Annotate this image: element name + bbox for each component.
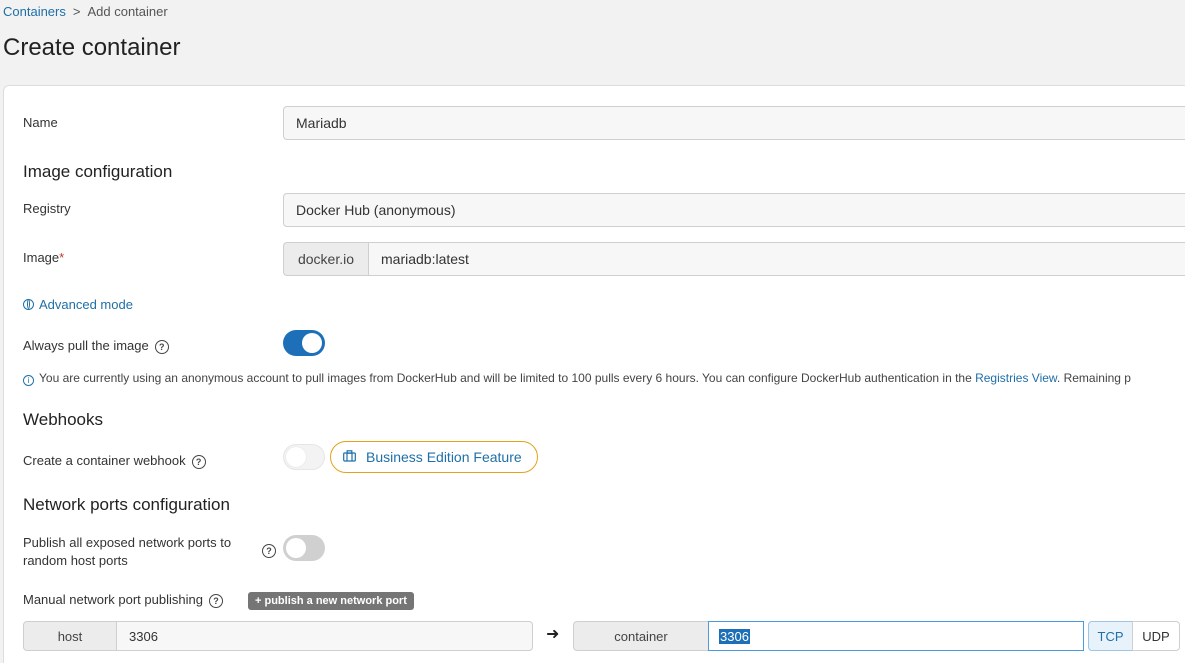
manual-publishing-text: Manual network port publishing [23,592,203,607]
container-port-input[interactable]: 3306 [708,621,1084,651]
briefcase-icon [343,449,356,465]
publish-all-label-line-1: Publish all exposed network ports to [23,535,232,550]
info-text: You are currently using an anonymous acc… [39,371,976,385]
registry-label: Registry [23,201,71,216]
toggle-knob [302,333,322,353]
globe-icon [23,299,34,310]
dockerhub-rate-limit-info: i You are currently using an anonymous ac… [23,371,1131,386]
arrow-right-icon: ➜ [546,626,560,643]
image-label: Image* [23,250,64,265]
webhook-label-text: Create a container webhook [23,453,186,468]
help-icon[interactable]: ? [191,454,206,469]
business-edition-badge[interactable]: Business Edition Feature [330,441,538,473]
host-port-input[interactable]: 3306 [116,621,533,651]
always-pull-label: Always pull the image? [23,338,169,354]
breadcrumb-separator: > [72,4,81,19]
toggle-knob [286,447,306,467]
image-label-text: Image [23,250,60,265]
help-icon[interactable]: ? [154,339,169,354]
page-title: Create container [3,34,181,61]
toggle-knob [286,538,306,558]
registry-select[interactable]: Docker Hub (anonymous) [283,193,1185,227]
always-pull-toggle[interactable] [283,330,325,356]
udp-button[interactable]: UDP [1132,621,1180,651]
selected-text: 3306 [719,628,750,644]
publish-all-label: Publish all exposed network ports to ran… [23,534,231,570]
publish-new-port-button[interactable]: + publish a new network port [248,592,414,610]
image-registry-prefix: docker.io [283,242,369,276]
tcp-button[interactable]: TCP [1088,621,1133,651]
host-addon: host [23,621,117,651]
name-input[interactable]: Mariadb [283,106,1185,140]
info-icon: i [23,375,34,386]
help-icon[interactable]: ? [262,544,276,558]
breadcrumb: Containers > Add container [3,4,168,19]
webhooks-heading: Webhooks [23,410,104,429]
webhook-label: Create a container webhook? [23,453,206,469]
publish-all-ports-toggle[interactable] [283,535,325,561]
image-configuration-heading: Image configuration [23,162,173,181]
info-tail: . Remaining p [1056,371,1131,385]
webhook-toggle[interactable] [283,444,325,470]
business-edition-label: Business Edition Feature [366,449,522,465]
advanced-mode-label: Advanced mode [39,297,133,312]
image-input[interactable]: mariadb:latest [368,242,1185,276]
required-marker: * [59,250,65,265]
breadcrumb-containers-link[interactable]: Containers [3,4,66,19]
help-icon[interactable]: ? [208,593,223,608]
name-label: Name [23,115,58,130]
network-ports-heading: Network ports configuration [23,495,230,514]
registries-view-link[interactable]: Registries View [975,371,1057,385]
advanced-mode-link[interactable]: Advanced mode [23,297,133,312]
manual-publishing-label: Manual network port publishing? [23,592,223,608]
always-pull-text: Always pull the image [23,338,149,353]
container-addon: container [573,621,709,651]
breadcrumb-current: Add container [87,4,168,19]
publish-all-label-line-2: random host ports [23,553,128,568]
